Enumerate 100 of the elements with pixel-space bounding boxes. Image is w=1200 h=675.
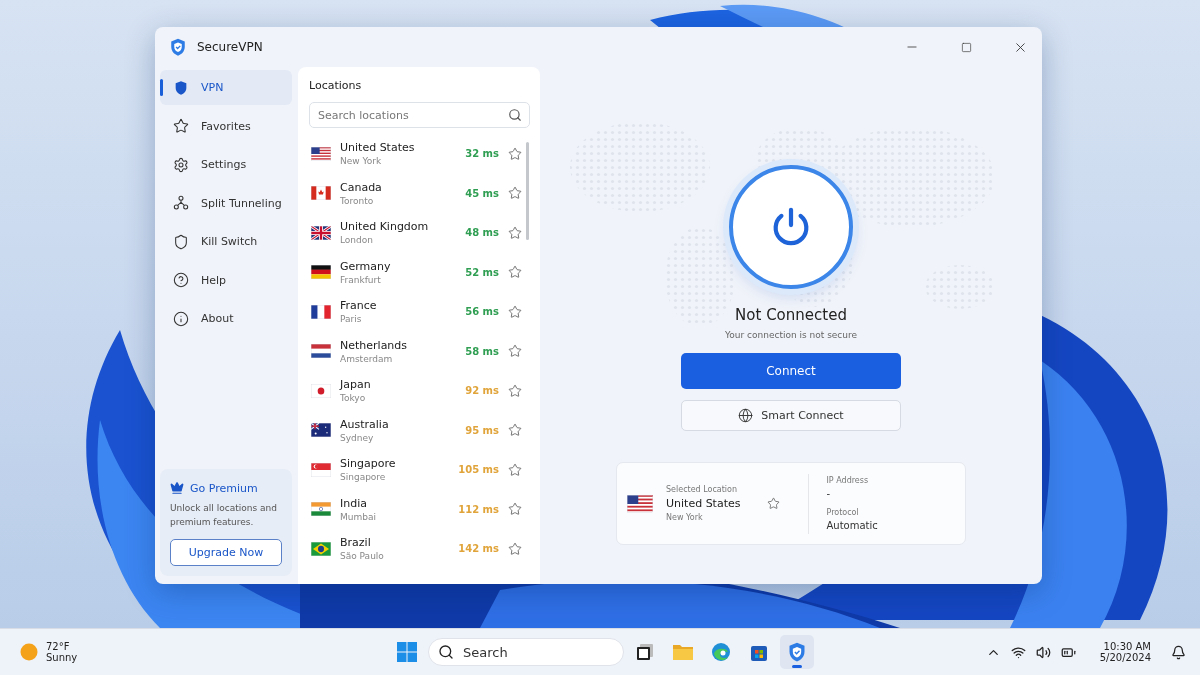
sidebar-item[interactable]: Help <box>160 262 292 298</box>
flag-icon <box>311 186 331 201</box>
flag-icon <box>311 304 331 319</box>
country-name: Germany <box>340 259 392 273</box>
city-name: Frankfurt <box>340 274 382 285</box>
country-name: Australia <box>340 417 390 431</box>
flag-icon <box>311 225 331 240</box>
favorite-star-icon[interactable] <box>508 186 522 201</box>
search-field[interactable]: Search locations <box>309 102 530 128</box>
latency-value: 56 ms <box>464 306 499 318</box>
browser-swirl-icon <box>711 642 731 662</box>
favorite-star-icon[interactable] <box>508 541 522 556</box>
info-icon <box>173 310 189 327</box>
latency-value: 58 ms <box>464 345 499 357</box>
city-name: Tokyo <box>340 393 367 404</box>
split-nodes-icon <box>173 195 189 211</box>
maximize-icon <box>960 41 972 53</box>
premium-title: Go Premium <box>190 481 258 495</box>
scrollbar-thumb[interactable] <box>526 142 529 240</box>
panel-title: Locations <box>309 79 363 92</box>
sun-icon <box>20 643 38 661</box>
info-label: IP Address <box>826 476 870 485</box>
location-row[interactable]: Germany Frankfurt 52 ms <box>309 252 522 292</box>
weather-temperature: 72°F <box>46 641 71 652</box>
notification-bell-icon[interactable] <box>1171 644 1186 660</box>
latency-value: 105 ms <box>457 464 499 476</box>
location-row[interactable]: Singapore Singapore 105 ms <box>309 450 522 490</box>
latency-value: 112 ms <box>457 503 499 515</box>
country-name: Singapore <box>340 457 397 471</box>
country-name: Brazil <box>340 536 372 550</box>
sidebar-item[interactable]: Split Tunneling <box>160 185 292 221</box>
country-name: Japan <box>340 378 372 392</box>
country-name: France <box>340 299 378 313</box>
city-name: New York <box>340 156 383 167</box>
country-name: United Kingdom <box>340 220 430 234</box>
globe-icon <box>738 408 754 423</box>
favorite-star-icon[interactable] <box>508 265 522 280</box>
status-title: Not Connected <box>735 306 847 324</box>
country-name: Netherlands <box>340 338 409 352</box>
city-name: London <box>340 235 374 246</box>
info-country: United States <box>666 497 741 510</box>
flag-icon <box>311 344 331 359</box>
shield-logo-icon <box>169 38 187 56</box>
location-row[interactable]: Brazil São Paulo 142 ms <box>309 529 522 569</box>
info-city: New York <box>666 513 704 522</box>
favorite-star-icon[interactable] <box>508 146 522 161</box>
flag-icon <box>311 541 331 556</box>
favorite-star-icon[interactable] <box>508 502 522 517</box>
sidebar-item[interactable]: About <box>160 301 292 336</box>
connect-button[interactable]: Connect <box>681 353 901 389</box>
settings-icon <box>173 156 189 173</box>
favorite-star-icon[interactable] <box>508 383 522 398</box>
favorite-star-icon[interactable] <box>508 423 522 438</box>
wifi-icon[interactable] <box>1010 644 1026 660</box>
windows-logo-icon <box>397 642 417 662</box>
latency-value: 45 ms <box>464 187 499 199</box>
window-title: SecureVPN <box>197 40 264 54</box>
latency-value: 92 ms <box>464 385 499 397</box>
country-name: United States <box>340 141 416 155</box>
flag-icon <box>311 265 331 280</box>
location-row[interactable]: France Paris 56 ms <box>309 292 522 332</box>
folder-icon <box>672 642 694 662</box>
location-row[interactable]: United Kingdom London 48 ms <box>309 213 522 253</box>
flag-icon <box>311 146 331 161</box>
task-view-icon <box>635 642 655 662</box>
favorite-star-icon[interactable] <box>508 462 522 477</box>
taskbar-search-field[interactable]: Search <box>428 638 624 666</box>
favorite-star-icon[interactable] <box>766 497 780 510</box>
location-row[interactable]: Netherlands Amsterdam 58 ms <box>309 331 522 371</box>
flag-icon <box>627 494 653 513</box>
sidebar-item[interactable]: Settings <box>160 147 292 182</box>
location-row[interactable]: United States New York 32 ms <box>309 134 522 174</box>
city-name: Singapore <box>340 472 387 483</box>
search-icon <box>438 644 454 660</box>
favorite-star-icon[interactable] <box>508 344 522 359</box>
latency-value: 142 ms <box>457 543 499 555</box>
shield-outline-icon <box>173 233 189 250</box>
location-row[interactable]: India Mumbai 112 ms <box>309 489 522 529</box>
smart-connect-button[interactable]: Smart Connect <box>681 400 901 431</box>
info-label: Protocol <box>826 508 860 517</box>
sidebar-item[interactable]: Favorites <box>160 108 292 144</box>
latency-value: 48 ms <box>464 227 499 239</box>
favorite-star-icon[interactable] <box>508 304 522 319</box>
favorite-star-icon[interactable] <box>508 225 522 240</box>
sidebar-item[interactable]: Kill Switch <box>160 224 292 259</box>
volume-icon[interactable] <box>1035 644 1051 660</box>
shield-icon <box>173 79 189 96</box>
upgrade-button[interactable]: Upgrade Now <box>170 539 282 566</box>
clock-time: 10:30 AM <box>1103 641 1151 652</box>
info-label: Selected Location <box>666 485 739 494</box>
location-row[interactable]: Canada Toronto 45 ms <box>309 173 522 213</box>
location-row[interactable]: Australia Sydney 95 ms <box>309 410 522 450</box>
star-icon <box>173 118 189 134</box>
location-row[interactable]: Japan Tokyo 92 ms <box>309 371 522 411</box>
sidebar-item[interactable]: VPN <box>160 70 292 105</box>
city-name: São Paulo <box>340 551 385 562</box>
latency-value: 95 ms <box>464 424 499 436</box>
search-icon <box>508 108 522 122</box>
premium-text: Unlock all locations and premium features. <box>170 502 278 529</box>
latency-value: 32 ms <box>464 148 499 160</box>
